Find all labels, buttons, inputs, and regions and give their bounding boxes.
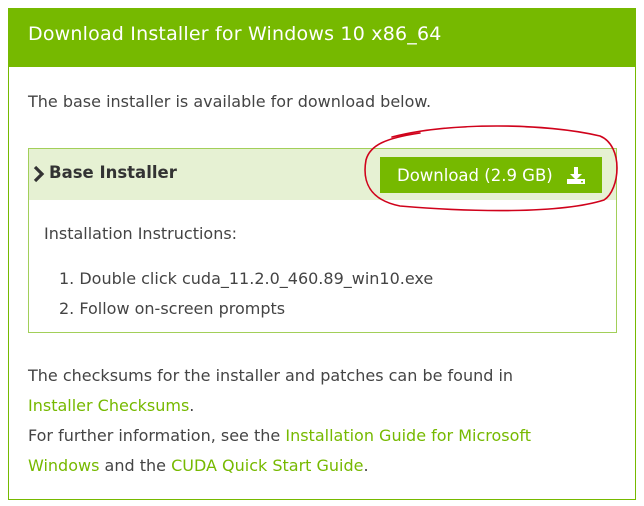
period: .: [363, 456, 369, 475]
download-button-label: Download (2.9 GB): [397, 166, 553, 185]
panel-title: Download Installer for Windows 10 x86_64: [28, 23, 442, 45]
intro-text: The base installer is available for down…: [28, 92, 432, 111]
download-icon: [567, 167, 585, 184]
instructions-title: Installation Instructions:: [44, 224, 238, 243]
instruction-step: 2. Follow on-screen prompts: [59, 299, 286, 318]
further-info-line: For further information, see the Install…: [28, 426, 618, 445]
checksums-line: Installer Checksums.: [28, 396, 618, 415]
installation-guide-link-cont[interactable]: Windows: [28, 456, 99, 475]
chevron-right-icon: [33, 165, 45, 183]
further-info-text: For further information, see the: [28, 426, 281, 445]
instruction-step: 1. Double click cuda_11.2.0_460.89_win10…: [59, 269, 434, 288]
installation-guide-link[interactable]: Installation Guide for Microsoft: [285, 426, 531, 445]
and-the-text: and the: [104, 456, 166, 475]
period: .: [189, 396, 195, 415]
base-installer-label: Base Installer: [49, 163, 177, 182]
base-installer-box: Base Installer Download (2.9 GB) Install…: [28, 148, 617, 333]
panel-header: Download Installer for Windows 10 x86_64: [9, 9, 635, 67]
further-info-line-2: Windows and the CUDA Quick Start Guide.: [28, 456, 618, 475]
installer-checksums-link[interactable]: Installer Checksums: [28, 396, 189, 415]
checksums-text: The checksums for the installer and patc…: [28, 366, 514, 385]
installer-header-row[interactable]: Base Installer Download (2.9 GB): [29, 149, 616, 200]
cuda-quick-start-link[interactable]: CUDA Quick Start Guide: [171, 456, 363, 475]
download-button[interactable]: Download (2.9 GB): [380, 157, 602, 193]
download-panel: Download Installer for Windows 10 x86_64…: [8, 8, 636, 500]
